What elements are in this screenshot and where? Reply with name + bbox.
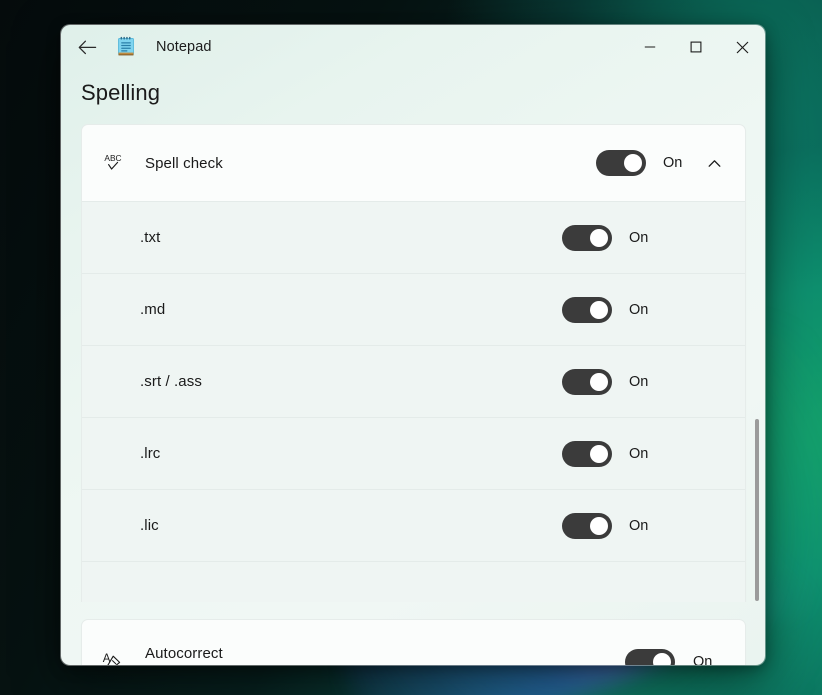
- maximize-icon: [690, 41, 702, 53]
- spell-check-expand-button[interactable]: [693, 141, 735, 185]
- spell-check-toggle[interactable]: [596, 150, 646, 176]
- toggle-knob: [590, 372, 608, 391]
- file-type-trailing: On: [562, 368, 659, 395]
- file-type-trailing: On: [562, 296, 659, 323]
- toggle-knob: [590, 300, 608, 319]
- toggle-knob: [653, 653, 671, 665]
- autocorrect-pen-icon: A: [100, 649, 126, 665]
- file-type-row[interactable]: .lic On: [82, 489, 745, 561]
- autocorrect-trailing: On: [625, 649, 723, 665]
- close-icon: [736, 41, 748, 53]
- spell-check-label: Spell check: [145, 154, 223, 172]
- autocorrect-text-block: Autocorrect Typos are automatically corr…: [145, 645, 625, 665]
- toggle-knob: [590, 444, 608, 463]
- maximize-button[interactable]: [673, 25, 719, 69]
- file-type-toggle-wrap: On: [562, 512, 659, 539]
- file-type-label: .lic: [140, 517, 159, 534]
- file-type-row[interactable]: .txt On: [82, 201, 745, 273]
- file-type-toggle-wrap: On: [562, 296, 659, 323]
- back-button[interactable]: [70, 32, 104, 62]
- file-type-toggle[interactable]: [562, 440, 612, 467]
- file-type-toggle-wrap: On: [562, 368, 659, 395]
- autocorrect-title: Autocorrect: [145, 645, 223, 662]
- file-type-toggle-wrap: On: [562, 224, 659, 251]
- file-type-row[interactable]: .srt / .ass On: [82, 345, 745, 417]
- file-type-trailing: On: [562, 440, 659, 467]
- file-type-trailing: On: [562, 224, 659, 251]
- svg-text:ABC: ABC: [104, 153, 121, 163]
- file-type-toggle-state: On: [629, 229, 649, 246]
- file-type-toggle[interactable]: [562, 296, 612, 323]
- scrollbar-thumb[interactable]: [755, 419, 759, 601]
- file-type-trailing: On: [562, 512, 659, 539]
- toggle-knob: [590, 516, 608, 535]
- autocorrect-toggle-wrap: On: [625, 649, 723, 665]
- autocorrect-toggle-state: On: [693, 654, 713, 665]
- app-title: Notepad: [156, 39, 212, 55]
- file-type-label: .srt / .ass: [140, 373, 202, 390]
- file-type-label: .lrc: [140, 445, 161, 462]
- minimize-button[interactable]: [627, 25, 673, 69]
- spell-check-scroll-region: ABC Spell check On .txt On .md On .srt /…: [81, 124, 765, 602]
- file-type-row-clipped[interactable]: [82, 561, 745, 602]
- spell-check-trailing: On: [596, 141, 745, 185]
- spell-check-toggle-wrap: On: [596, 150, 693, 176]
- title-bar: Notepad: [61, 25, 765, 69]
- back-arrow-icon: [78, 40, 96, 54]
- close-button[interactable]: [719, 25, 765, 69]
- file-type-label: .txt: [140, 229, 161, 246]
- file-type-toggle-state: On: [629, 301, 649, 318]
- file-type-row[interactable]: .md On: [82, 273, 745, 345]
- spell-check-card: ABC Spell check On .txt On .md On .srt /…: [81, 124, 746, 602]
- file-type-toggle-state: On: [629, 517, 649, 534]
- chevron-up-icon: [708, 159, 720, 167]
- abc-check-icon: ABC: [100, 151, 126, 175]
- settings-content: ABC Spell check On .txt On .md On .srt /…: [61, 124, 765, 665]
- file-type-toggle-state: On: [629, 445, 649, 462]
- file-type-toggle-state: On: [629, 373, 649, 390]
- file-type-toggle[interactable]: [562, 512, 612, 539]
- file-type-label: .md: [140, 301, 166, 318]
- toggle-knob: [624, 154, 642, 172]
- file-type-toggle-wrap: On: [562, 440, 659, 467]
- file-type-row[interactable]: .lrc On: [82, 417, 745, 489]
- spell-check-toggle-state: On: [663, 155, 683, 171]
- autocorrect-row[interactable]: A Autocorrect Typos are automatically co…: [82, 620, 745, 665]
- spell-check-row[interactable]: ABC Spell check On: [82, 125, 745, 201]
- toggle-knob: [590, 228, 608, 247]
- file-type-toggle[interactable]: [562, 368, 612, 395]
- file-type-toggle[interactable]: [562, 224, 612, 251]
- notepad-icon: [116, 36, 136, 58]
- autocorrect-card: A Autocorrect Typos are automatically co…: [81, 619, 746, 665]
- notepad-settings-window: Notepad Spelling ABC Spell check On .txt…: [61, 25, 765, 665]
- minimize-icon: [644, 46, 656, 48]
- autocorrect-toggle[interactable]: [625, 649, 675, 665]
- window-caption-buttons: [627, 25, 765, 69]
- page-title: Spelling: [81, 80, 161, 105]
- scrollbar-track[interactable]: [750, 124, 764, 602]
